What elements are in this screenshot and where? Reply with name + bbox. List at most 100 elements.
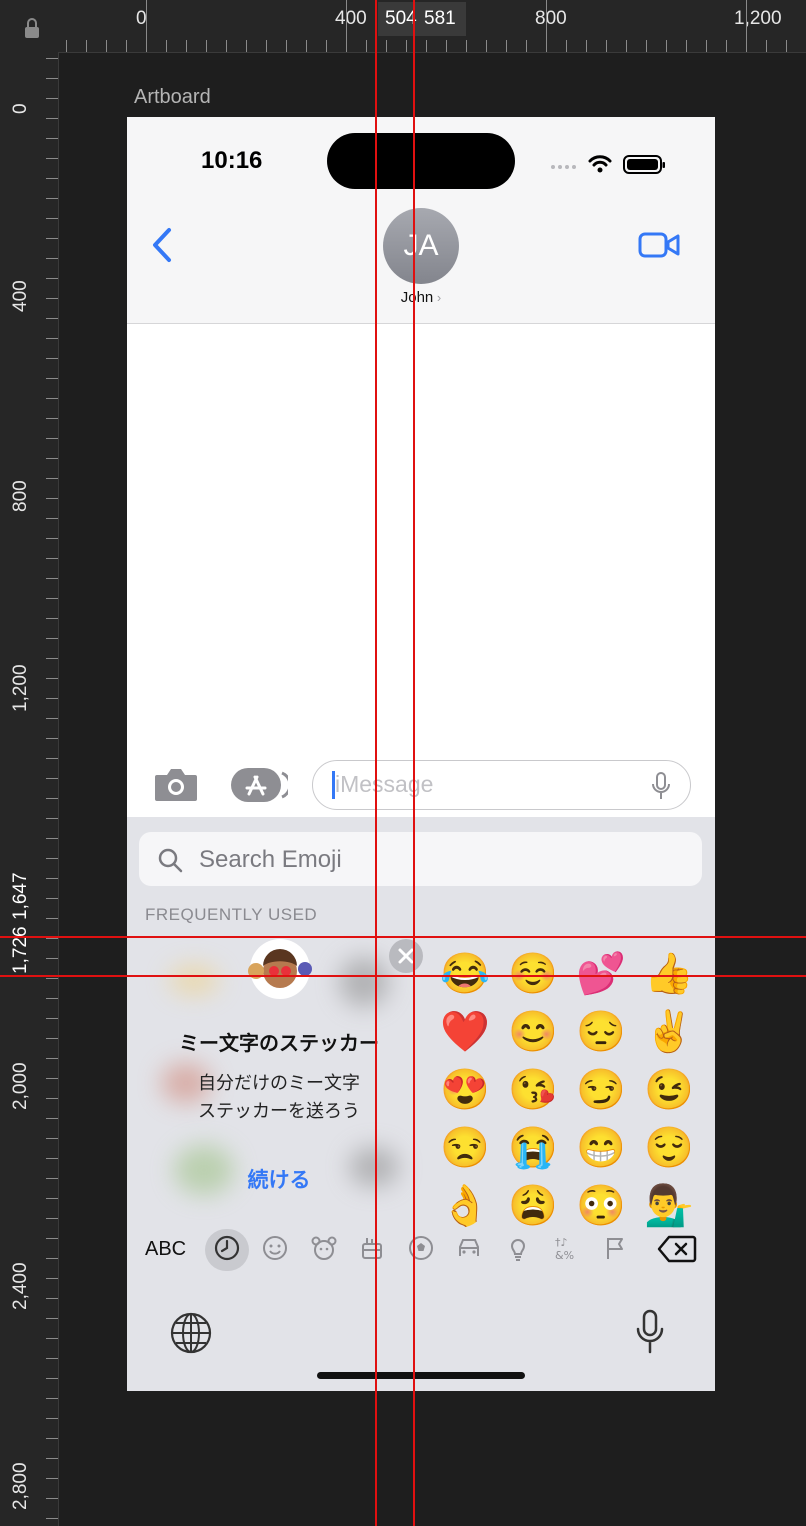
ruler-tick bbox=[386, 40, 387, 52]
emoji-key[interactable]: 😘 bbox=[503, 1063, 563, 1117]
emoji-key[interactable]: ☺️ bbox=[503, 947, 563, 1001]
chevron-left-icon[interactable] bbox=[149, 227, 175, 263]
ruler-tick bbox=[786, 40, 787, 52]
ruler-tick bbox=[46, 1458, 58, 1459]
emoji-key[interactable]: 💁‍♂️ bbox=[639, 1179, 699, 1233]
ruler-tick bbox=[46, 218, 58, 219]
ruler-tick bbox=[46, 878, 58, 879]
ruler-label-504: 504 bbox=[385, 8, 417, 29]
ruler-tick bbox=[46, 998, 58, 999]
cellular-icon bbox=[551, 165, 576, 169]
emoji-key[interactable]: 😊 bbox=[503, 1005, 563, 1059]
emoji-key[interactable]: 👍 bbox=[639, 947, 699, 1001]
phone-artboard[interactable]: 10:16 JA John › iMessage Search Emoji FR… bbox=[127, 117, 715, 1391]
food-icon[interactable] bbox=[352, 1228, 392, 1268]
ruler-label-v1726: 1,726 bbox=[10, 926, 31, 974]
ruler-tick bbox=[46, 578, 58, 579]
search-icon bbox=[158, 848, 183, 873]
ruler-tick bbox=[46, 1338, 58, 1339]
ruler-tick bbox=[46, 858, 58, 859]
soccer-ball-icon[interactable] bbox=[401, 1228, 441, 1268]
ruler-tick bbox=[46, 1498, 58, 1499]
flag-icon[interactable] bbox=[595, 1228, 635, 1268]
lightbulb-icon[interactable] bbox=[498, 1228, 538, 1268]
ruler-label-v2400: 2,400 bbox=[10, 1262, 31, 1310]
ruler-tick bbox=[206, 40, 207, 52]
ruler-tick bbox=[46, 398, 58, 399]
video-camera-icon[interactable] bbox=[638, 231, 680, 259]
guide-horizontal[interactable] bbox=[0, 936, 806, 938]
continue-button[interactable]: 続ける bbox=[139, 1164, 419, 1194]
ruler-tick bbox=[186, 40, 187, 52]
ruler-tick bbox=[686, 40, 687, 52]
promo-body-line2: ステッカーを送ろう bbox=[198, 1101, 360, 1121]
car-icon[interactable] bbox=[449, 1228, 489, 1268]
ruler-tick bbox=[646, 40, 647, 52]
lock-icon[interactable] bbox=[0, 0, 58, 52]
close-icon bbox=[398, 948, 414, 964]
emoji-key[interactable]: 😩 bbox=[503, 1179, 563, 1233]
emoji-search-placeholder: Search Emoji bbox=[199, 846, 342, 873]
ruler-tick bbox=[346, 0, 347, 52]
animal-icon[interactable] bbox=[304, 1228, 344, 1268]
ruler-tick bbox=[106, 40, 107, 52]
smiley-icon[interactable] bbox=[255, 1228, 295, 1268]
emoji-key[interactable]: 😏 bbox=[571, 1063, 631, 1117]
emoji-key[interactable]: 😭 bbox=[503, 1121, 563, 1175]
ruler-tick bbox=[46, 1218, 58, 1219]
microphone-icon[interactable] bbox=[650, 771, 672, 801]
ruler-label-581: 581 bbox=[424, 8, 456, 29]
wifi-icon bbox=[588, 155, 612, 167]
ruler-tick bbox=[46, 738, 58, 739]
memoji-icon bbox=[248, 939, 312, 999]
emoji-key[interactable]: 😉 bbox=[639, 1063, 699, 1117]
delete-backward-icon[interactable] bbox=[657, 1234, 697, 1264]
emoji-key[interactable]: 😁 bbox=[571, 1121, 631, 1175]
guide-horizontal[interactable] bbox=[0, 975, 806, 977]
blurred-sticker bbox=[339, 957, 389, 1007]
ruler-tick bbox=[146, 0, 147, 52]
ruler-tick bbox=[46, 958, 58, 959]
promo-close-button[interactable] bbox=[389, 939, 423, 973]
avatar[interactable]: JA bbox=[383, 208, 459, 284]
ruler-tick bbox=[46, 278, 58, 279]
ruler-tick bbox=[46, 718, 58, 719]
emoji-key[interactable]: 😔 bbox=[571, 1005, 631, 1059]
camera-icon[interactable] bbox=[153, 767, 199, 803]
emoji-key[interactable]: 😌 bbox=[639, 1121, 699, 1175]
ruler-label-800: 800 bbox=[535, 8, 567, 29]
ruler-tick bbox=[46, 978, 58, 979]
emoji-key[interactable]: 😂 bbox=[435, 947, 495, 1001]
emoji-key[interactable]: ✌️ bbox=[639, 1005, 699, 1059]
guide-vertical[interactable] bbox=[413, 0, 415, 1526]
emoji-key[interactable]: 😒 bbox=[435, 1121, 495, 1175]
app-store-icon[interactable] bbox=[230, 767, 288, 803]
emoji-search-field[interactable]: Search Emoji bbox=[139, 832, 702, 886]
ruler-tick bbox=[46, 838, 58, 839]
globe-icon[interactable] bbox=[169, 1311, 213, 1355]
guide-vertical[interactable] bbox=[375, 0, 377, 1526]
ruler-label-400: 400 bbox=[335, 8, 367, 29]
emoji-key[interactable]: 😍 bbox=[435, 1063, 495, 1117]
ruler-tick bbox=[46, 1178, 58, 1179]
ruler-label-0: 0 bbox=[136, 8, 147, 29]
ruler-tick bbox=[46, 618, 58, 619]
artboard-label[interactable]: Artboard bbox=[134, 86, 211, 109]
dynamic-island bbox=[327, 133, 515, 189]
emoji-key[interactable]: ❤️ bbox=[435, 1005, 495, 1059]
dictation-microphone-icon[interactable] bbox=[635, 1309, 665, 1355]
ruler-tick bbox=[46, 698, 58, 699]
svg-text:&%: &% bbox=[555, 1249, 574, 1262]
contact-name[interactable]: John › bbox=[383, 289, 459, 306]
recent-clock-icon[interactable] bbox=[207, 1228, 247, 1268]
ruler-tick bbox=[486, 40, 487, 52]
ruler-tick bbox=[46, 778, 58, 779]
emoji-key[interactable]: 💕 bbox=[571, 947, 631, 1001]
imessage-input[interactable]: iMessage bbox=[312, 760, 691, 810]
emoji-key[interactable]: 👌 bbox=[435, 1179, 495, 1233]
horizontal-ruler: 0 400 504 581 800 1,200 bbox=[58, 0, 806, 53]
emoji-key[interactable]: 😳 bbox=[571, 1179, 631, 1233]
abc-key[interactable]: ABC bbox=[145, 1238, 186, 1261]
symbols-icon[interactable]: †♪ &% bbox=[547, 1228, 587, 1268]
ruler-tick bbox=[406, 40, 407, 52]
